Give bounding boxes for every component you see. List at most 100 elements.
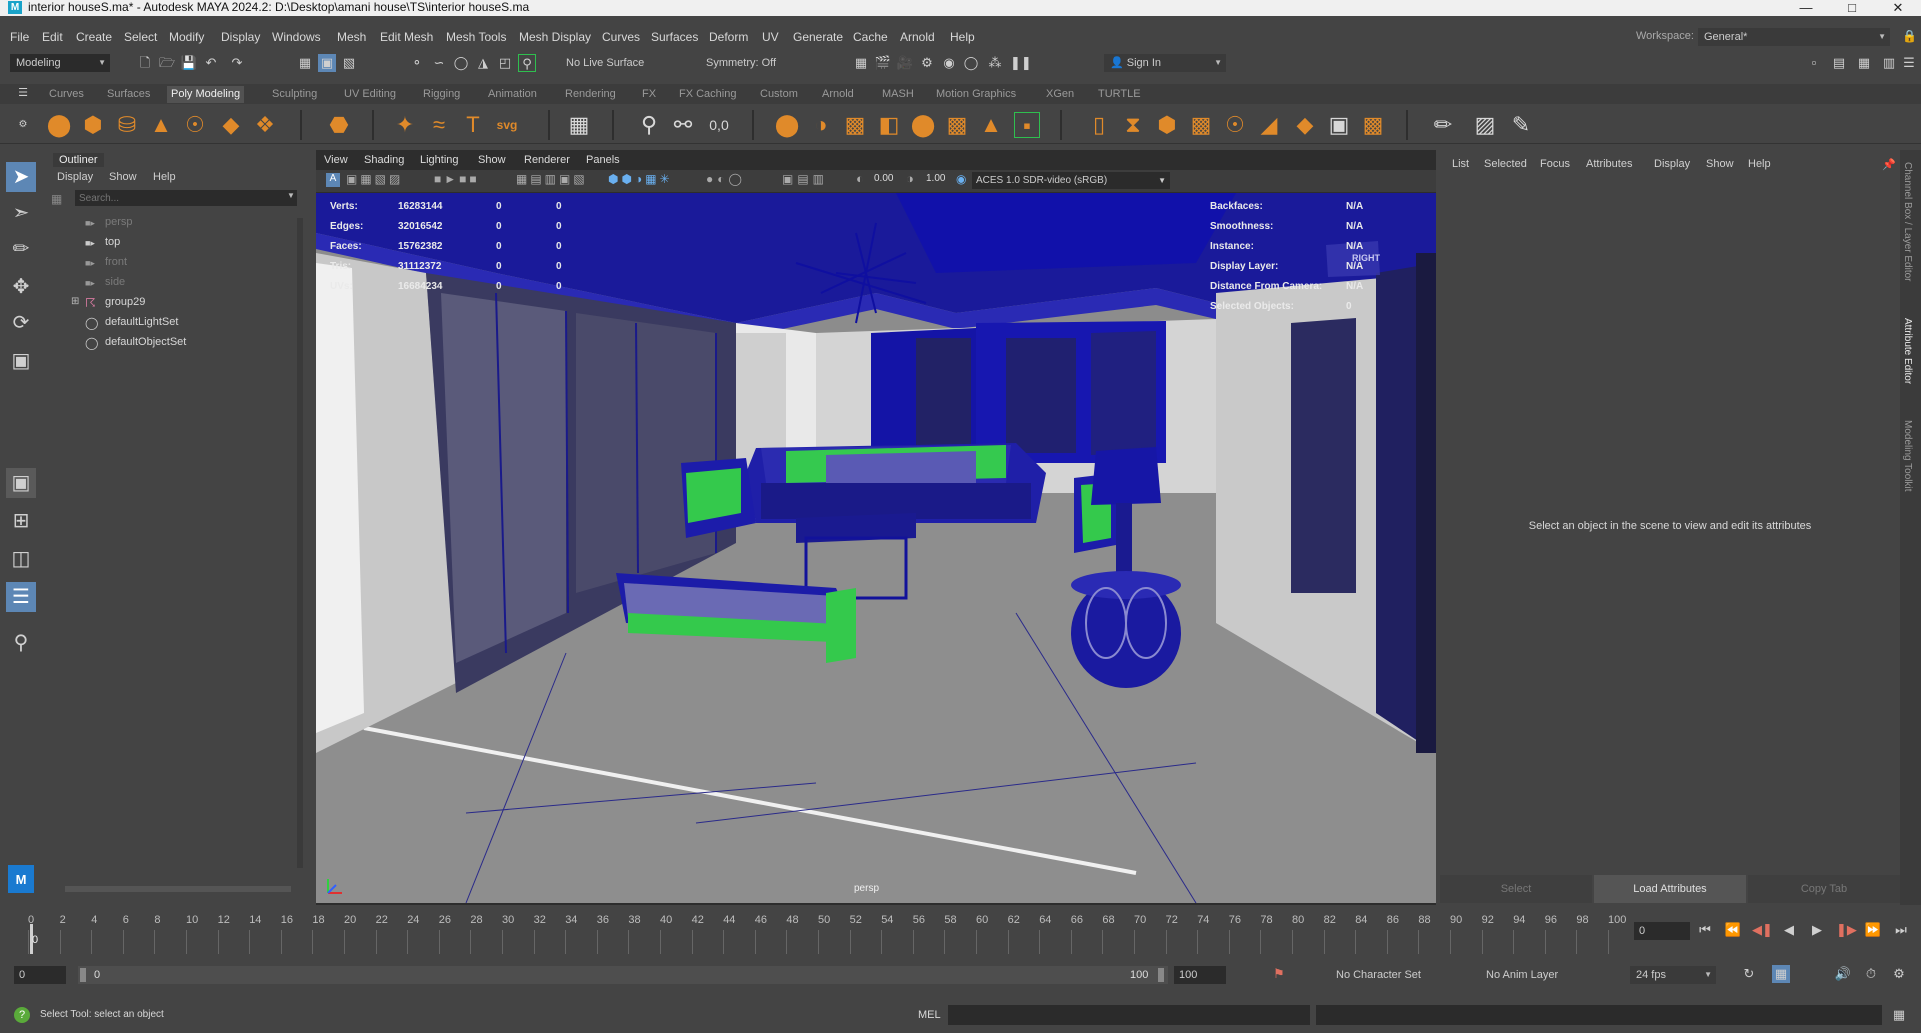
ae-menu-selected[interactable]: Selected (1484, 158, 1527, 170)
combine-icon[interactable]: ⬤ (774, 112, 800, 138)
bridge-edge-icon[interactable]: ⬢ (1154, 112, 1180, 138)
extrude-icon[interactable]: ▯ (1086, 112, 1112, 138)
poly-cylinder-icon[interactable]: ⛁ (114, 112, 140, 138)
go-to-start-icon[interactable]: ⏮ (1696, 921, 1714, 939)
bridge-icon[interactable]: ▲ (978, 112, 1004, 138)
render-frame-icon[interactable]: 🎬 (874, 54, 892, 72)
menuset-dropdown[interactable]: Modeling ▼ (10, 54, 110, 72)
symmetry-dropdown[interactable]: Symmetry: Off (700, 54, 810, 72)
cached-playback-icon[interactable]: ▦ (1772, 965, 1790, 983)
outliner-layout-icon[interactable]: ☰ (6, 582, 36, 612)
search-icon[interactable]: ⚲ (6, 628, 36, 658)
sculpt-tool-icon[interactable]: ✎ (1508, 112, 1534, 138)
merge-icon[interactable]: ☉ (1222, 112, 1248, 138)
camera-tools-icon[interactable]: ▣▦▧▨ (346, 172, 403, 186)
super-shape-icon[interactable]: ✦ (392, 112, 418, 138)
shelf-tab-surfaces[interactable]: Surfaces (103, 86, 154, 103)
time-slider[interactable]: 0 2 4 6 8 10 12 14 16 18 20 22 24 26 28 30 32 34 36 38 40 42 4… (0, 910, 1921, 955)
script-language-label[interactable]: MEL (918, 1009, 941, 1021)
close-button[interactable]: ✕ (1875, 0, 1921, 16)
menu-arnold[interactable]: Arnold (900, 30, 935, 44)
poly-text-icon[interactable]: T (460, 112, 486, 138)
shelf-tab-poly-modeling[interactable]: Poly Modeling (167, 86, 245, 103)
ae-select-button[interactable]: Select (1440, 875, 1592, 903)
shelf-tab-custom[interactable]: Custom (756, 86, 802, 103)
poly-disc-icon[interactable]: ❖ (252, 112, 278, 138)
multicut-icon[interactable]: ⚯ (670, 112, 696, 138)
sweep-mesh-icon[interactable]: ≈ (426, 112, 452, 138)
auto-key-icon[interactable]: ⚑ (1270, 965, 1288, 983)
shelf-tab-fx[interactable]: FX (638, 86, 660, 103)
anim-layer-dropdown[interactable]: No Anim Layer (1480, 966, 1590, 984)
viewport-scene[interactable]: Verts: 16283144 0 0 Edges: 32016542 0 0 … (316, 193, 1436, 903)
menu-mesh[interactable]: Mesh (337, 30, 366, 44)
shelf-options-icon[interactable]: ⚙ (14, 116, 32, 134)
shelf-tab-rendering[interactable]: Rendering (561, 86, 620, 103)
maximize-button[interactable]: □ (1829, 0, 1875, 16)
measure-icon[interactable]: ⚲ (636, 112, 662, 138)
quad-draw-icon[interactable]: ✏ (1430, 112, 1456, 138)
loop-icon[interactable]: ↻ (1740, 965, 1758, 983)
target-weld-icon[interactable]: ◢ (1256, 112, 1282, 138)
outliner-horizontal-scrollbar[interactable] (65, 886, 291, 892)
reduce-icon[interactable]: ▩ (944, 112, 970, 138)
step-back-key-icon[interactable]: ⏪ (1724, 921, 1742, 939)
shading-mode-icons[interactable]: ⬢⬢◑▦✳ (608, 172, 673, 186)
shelf-tab-sculpting[interactable]: Sculpting (268, 86, 321, 103)
four-view-layout-icon[interactable]: ⊞ (6, 506, 36, 536)
live-surface-field[interactable]: No Live Surface (560, 54, 660, 72)
sound-icon[interactable]: 🔊 (1834, 965, 1852, 983)
snap-grid-icon[interactable]: ⚬ (408, 54, 426, 72)
platonic-solid-icon[interactable]: ⬣ (326, 112, 352, 138)
append-polygon-icon[interactable]: ▩ (1188, 112, 1214, 138)
make-live-icon[interactable]: ⚲ (518, 54, 536, 72)
colorspace-dropdown[interactable]: ACES 1.0 SDR-video (sRGB) ▼ (972, 172, 1170, 189)
menu-cache[interactable]: Cache (853, 30, 888, 44)
menu-surfaces[interactable]: Surfaces (651, 30, 698, 44)
select-hierarchy-icon[interactable]: ▦ (296, 54, 314, 72)
menu-display[interactable]: Display (221, 30, 260, 44)
ae-menu-list[interactable]: List (1452, 158, 1469, 170)
pin-icon[interactable]: 📌 (1882, 158, 1896, 171)
menu-deform[interactable]: Deform (709, 30, 748, 44)
play-forwards-icon[interactable]: ▶ (1808, 921, 1826, 939)
bookmark-icons[interactable]: ■►■■ (434, 172, 480, 186)
render-view-icon[interactable]: ▦ (852, 54, 870, 72)
exposure-icon[interactable]: ◐ (856, 171, 864, 186)
menu-file[interactable]: File (10, 30, 29, 44)
script-editor-icon[interactable]: ▦ (1890, 1006, 1908, 1024)
menu-generate[interactable]: Generate (793, 30, 843, 44)
range-start-handle[interactable] (80, 968, 86, 982)
outliner-item-top[interactable]: top (105, 236, 120, 248)
bevel-icon[interactable]: ⧗ (1120, 112, 1146, 138)
color-management-icon[interactable]: ◉ (956, 172, 966, 186)
poly-sphere-icon[interactable]: ⬤ (46, 112, 72, 138)
mirror-icon[interactable]: ◧ (876, 112, 902, 138)
menu-mesh-display[interactable]: Mesh Display (519, 30, 591, 44)
outliner-search-input[interactable] (75, 190, 297, 206)
tab-channel-box[interactable]: Channel Box / Layer Editor (1902, 162, 1913, 282)
viewport-menu-show[interactable]: Show (478, 154, 506, 166)
outliner-item-defaultobjectset[interactable]: defaultObjectSet (105, 336, 186, 348)
lasso-select-icon[interactable]: ➣ (6, 198, 36, 228)
viewport-menu-shading[interactable]: Shading (364, 154, 404, 166)
menu-mesh-tools[interactable]: Mesh Tools (446, 30, 506, 44)
snap-curve-icon[interactable]: ∽ (430, 54, 448, 72)
paint-select-icon[interactable]: ✏ (6, 234, 36, 264)
ae-menu-display[interactable]: Display (1654, 158, 1690, 170)
menu-curves[interactable]: Curves (602, 30, 640, 44)
poly-torus-icon[interactable]: ☉ (182, 112, 208, 138)
pause-icon[interactable]: ❚❚ (1010, 54, 1032, 72)
gamma-icon[interactable]: ◑ (906, 171, 914, 186)
single-perspective-layout-icon[interactable]: ▣ (6, 468, 36, 498)
ae-menu-help[interactable]: Help (1748, 158, 1771, 170)
mel-command-input[interactable] (948, 1005, 1310, 1025)
shelf-tab-arnold[interactable]: Arnold (818, 86, 858, 103)
expand-icon[interactable]: ⊞ (71, 296, 79, 307)
render-settings-icon[interactable]: ⚙ (918, 54, 936, 72)
select-camera-icon[interactable]: A (326, 173, 340, 187)
toggle-modeling-toolkit-icon[interactable]: ▫ (1805, 54, 1823, 72)
menu-create[interactable]: Create (76, 30, 112, 44)
tab-attribute-editor[interactable]: Attribute Editor (1902, 318, 1913, 384)
character-set-dropdown[interactable]: No Character Set (1330, 966, 1450, 984)
